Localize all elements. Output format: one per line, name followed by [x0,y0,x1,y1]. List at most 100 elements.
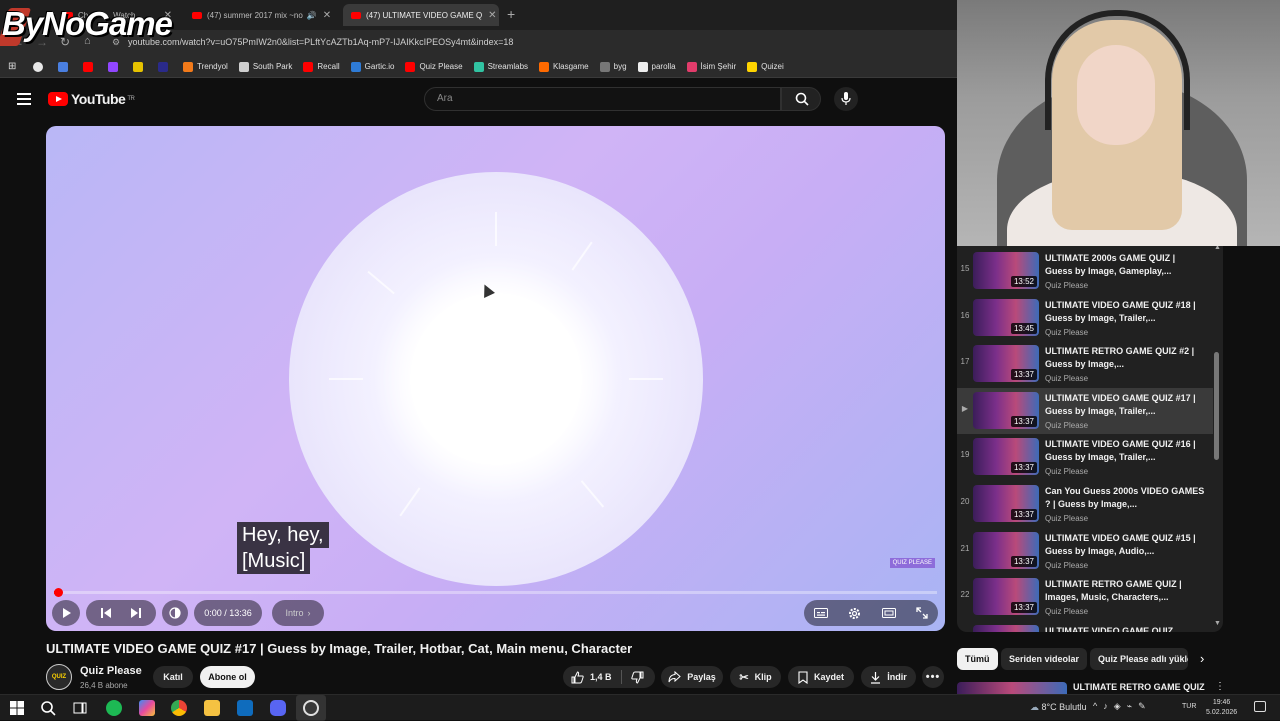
input-language[interactable]: TUR [1182,703,1196,710]
chevron-up-icon[interactable]: ^ [1093,701,1103,711]
channel-name[interactable]: Quiz Please [80,665,142,677]
close-tab-icon[interactable]: ✕ [482,10,496,21]
discord-icon[interactable] [270,700,286,716]
spotify-icon[interactable] [106,700,122,716]
speaker-tray-icon[interactable]: ◈ [1114,701,1127,711]
more-vertical-icon[interactable]: ⋮ [1215,681,1225,692]
next-video-thumbnail[interactable] [957,682,1067,694]
playlist-item-current[interactable]: ▶ 13:37 ULTIMATE VIDEO GAME QUIZ #17 | Gue… [957,387,1213,435]
bookmark-item[interactable]: byg [599,61,627,72]
bookmark-item[interactable]: Gartic.io [350,61,394,72]
bookmark-site-icon[interactable] [158,61,172,72]
settings-gear-icon[interactable] [848,607,861,620]
bookmark-item[interactable]: Klasgame [539,61,589,72]
chevron-right-icon[interactable]: › [1200,651,1204,666]
new-tab-icon[interactable]: + [507,6,515,22]
mic-tray-icon[interactable]: ♪ [1103,701,1114,711]
chapter-button[interactable]: Intro › [272,600,324,626]
playlist-item[interactable]: 20 13:37 Can You Guess 2000s VIDEO GAMES ?… [957,481,1213,528]
bookmark-item[interactable]: Trendyol [183,61,228,72]
playlist-item-title[interactable]: Can You Guess 2000s VIDEO GAMES ? | Gues… [1045,485,1205,511]
playlist-item-thumbnail[interactable]: 13:37 [973,438,1039,476]
network-tray-icon[interactable]: ⌁ [1127,701,1138,711]
tab-ultimate-quiz[interactable]: (47) ULTIMATE VIDEO GAME Q ✕ [343,4,499,26]
search-input[interactable]: Ara [424,87,781,111]
close-tab-icon[interactable]: ✕ [317,10,331,21]
bookmark-youtube-icon[interactable] [83,61,97,72]
playlist-item-thumbnail[interactable]: 13:52 [973,252,1039,289]
file-explorer-icon[interactable] [204,700,220,716]
bookmark-item[interactable]: parolla [637,61,676,72]
search-button[interactable] [781,87,821,111]
pen-tray-icon[interactable]: ✎ [1138,701,1152,711]
playlist-item-thumbnail[interactable]: 13:37 [973,531,1039,569]
progress-scrubber[interactable] [53,588,63,597]
url-field[interactable]: youtube.com/watch?v=uO75PmIW2n0&list=PLf… [128,37,513,47]
chip-channel-uploads[interactable]: Quiz Please adlı yükle [1090,648,1188,670]
playlist-item-thumbnail[interactable]: 13:45 [973,298,1039,336]
chip-all[interactable]: Tümü [957,648,998,670]
save-button[interactable]: Kaydet [788,666,854,688]
youtube-logo[interactable]: YouTube TR [48,91,135,107]
copilot-icon[interactable] [139,700,155,716]
playlist-item-title[interactable]: ULTIMATE VIDEO GAME QUIZ #15 | Guess by … [1045,532,1205,558]
playlist-item[interactable]: 22 13:37 ULTIMATE RETRO GAME QUIZ | Images… [957,574,1213,621]
playlist-item-thumbnail[interactable]: 13:37 [973,345,1039,383]
subtitles-icon[interactable] [814,608,829,618]
playlist-item[interactable]: ULTIMATE VIDEO GAME QUIZ [957,621,1213,632]
playlist-item[interactable]: 21 13:37 ULTIMATE VIDEO GAME QUIZ #15 | Gu… [957,528,1213,575]
bookmark-item[interactable]: South Park [238,61,292,72]
search-icon[interactable] [40,700,56,716]
next-video-title[interactable]: ULTIMATE RETRO GAME QUIZ [1073,682,1205,692]
more-actions-button[interactable]: ••• [922,666,944,688]
playlist-item-title[interactable]: ULTIMATE RETRO GAME QUIZ #2 | Guess by I… [1045,345,1205,371]
playlist-item-title[interactable]: ULTIMATE RETRO GAME QUIZ | Images, Music… [1045,578,1205,604]
channel-watermark[interactable]: QUIZ PLEASE [889,558,935,568]
volume-button[interactable] [162,600,188,626]
windows-start-icon[interactable] [9,700,25,716]
scroll-down-icon[interactable]: ▼ [1214,620,1221,627]
clock[interactable]: 19:46 5.02.2026 [1206,698,1237,718]
playlist-item[interactable]: 15 13:52 ULTIMATE 2000s GAME QUIZ | Guess … [957,248,1213,295]
bookmark-stream-icon[interactable] [133,61,147,72]
previous-icon[interactable] [100,607,112,619]
playlist-item-title[interactable]: ULTIMATE VIDEO GAME QUIZ #16 | Guess by … [1045,438,1205,464]
like-icon[interactable] [571,670,584,684]
bookmark-translate-icon[interactable] [58,61,72,72]
theater-mode-icon[interactable] [881,608,896,618]
playlist-item-thumbnail[interactable]: 13:37 [973,391,1039,429]
task-view-icon[interactable] [72,700,88,716]
share-button[interactable]: Paylaş [661,666,723,688]
chrome-icon[interactable] [171,700,187,716]
bookmark-item[interactable]: Quiz Please [405,61,463,72]
join-button[interactable]: Katıl [153,666,193,688]
playlist-item-title[interactable]: ULTIMATE VIDEO GAME QUIZ #18 | Guess by … [1045,299,1205,325]
playlist-item[interactable]: 19 13:37 ULTIMATE VIDEO GAME QUIZ #16 | Gu… [957,434,1213,481]
playlist-item-thumbnail[interactable] [973,624,1039,632]
playlist-scrollbar[interactable] [1214,352,1219,460]
apps-grid-icon[interactable]: ⊞ [8,61,22,72]
playlist-item-thumbnail[interactable]: 13:37 [973,578,1039,616]
bookmark-item[interactable]: İsim Şehir [686,61,736,72]
next-video-item[interactable]: ULTIMATE RETRO GAME QUIZ ⋮ [957,680,1267,694]
bookmark-item[interactable]: Recall [303,61,340,72]
next-icon[interactable] [130,607,142,619]
progress-bar[interactable] [53,588,937,597]
playlist-item-title[interactable]: ULTIMATE 2000s GAME QUIZ | Guess by Imag… [1045,252,1205,278]
playlist-item-title[interactable]: ULTIMATE VIDEO GAME QUIZ [1045,625,1205,632]
subscribe-button[interactable]: Abone ol [200,666,255,688]
channel-avatar[interactable]: QUIZ [46,664,72,690]
playlist-item-thumbnail[interactable]: 13:37 [973,485,1039,522]
fullscreen-icon[interactable] [916,607,928,619]
notifications-icon[interactable] [1254,701,1266,712]
playlist-item[interactable]: 17 13:37 ULTIMATE RETRO GAME QUIZ #2 | Gue… [957,341,1213,388]
outlook-icon[interactable] [237,700,253,716]
playlist-item-title[interactable]: ULTIMATE VIDEO GAME QUIZ #17 | Guess by … [1045,392,1205,418]
voice-search-button[interactable] [834,87,858,111]
bookmark-item[interactable]: Streamlabs [473,61,528,72]
play-button[interactable] [52,600,80,626]
chip-series[interactable]: Seriden videolar [1001,648,1088,670]
speaker-icon[interactable]: 🔊 [307,11,317,20]
video-player[interactable]: Hey, hey, [Music] QUIZ PLEASE 0:00 / 13:… [46,126,945,631]
hamburger-menu-icon[interactable] [17,93,31,105]
